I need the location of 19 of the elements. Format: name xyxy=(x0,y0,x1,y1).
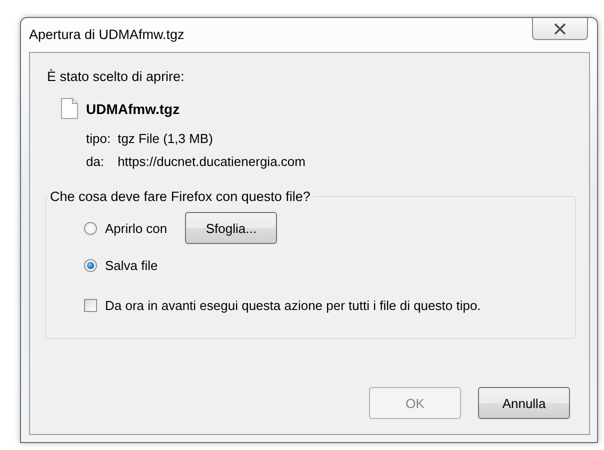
radio-label[interactable]: Aprirlo con xyxy=(105,220,168,236)
group-legend: Che cosa deve fare Firefox con questo file? xyxy=(48,189,312,204)
window-title: Apertura di UDMAfmw.tgz xyxy=(29,27,184,42)
radio-label[interactable]: Salva file xyxy=(105,258,158,272)
detail-value: https://ducnet.ducatienergia.com xyxy=(118,154,306,169)
file-icon xyxy=(61,98,78,119)
detail-label: da: xyxy=(86,154,106,169)
browse-button[interactable]: Sfoglia... xyxy=(185,212,278,244)
intro-text: È stato scelto di aprire: xyxy=(47,69,186,84)
file-name: UDMAfmw.tgz xyxy=(86,100,180,116)
radio-button[interactable] xyxy=(84,258,97,272)
close-button[interactable] xyxy=(532,18,588,40)
checkbox[interactable] xyxy=(84,299,97,312)
radio-button[interactable] xyxy=(84,222,97,234)
detail-label: tipo: xyxy=(86,131,111,146)
close-icon xyxy=(553,22,567,34)
checkbox-label[interactable]: Da ora in avanti esegui questa azione per tutti i file di questo tipo. xyxy=(105,298,481,313)
cancel-button[interactable]: Annulla xyxy=(478,387,570,419)
detail-value: tgz File (1,3 MB) xyxy=(118,131,214,146)
